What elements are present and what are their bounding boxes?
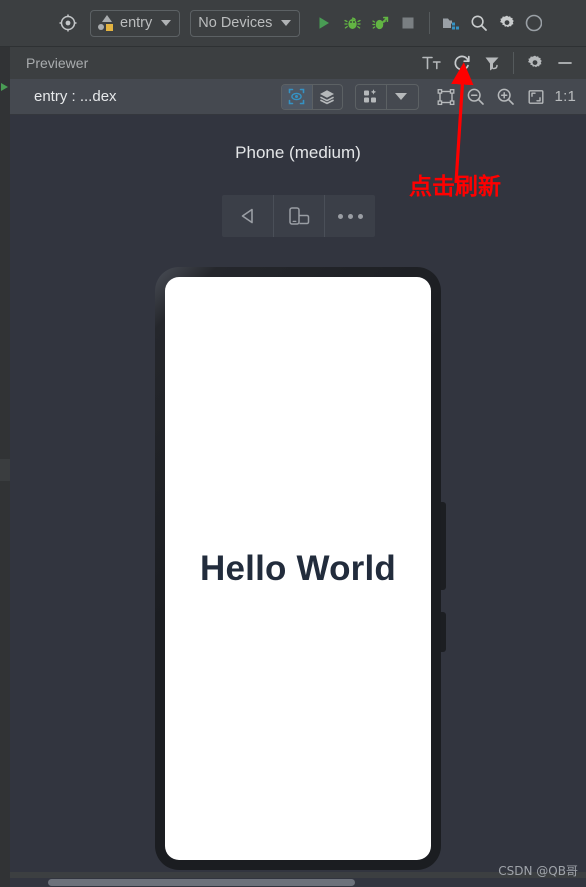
inspector-toggle[interactable]	[281, 84, 312, 109]
zoom-in-icon[interactable]	[491, 84, 521, 110]
previewer-header: Previewer	[10, 47, 586, 79]
zoom-out-icon[interactable]	[461, 84, 491, 110]
run-configuration-selector[interactable]: entry	[90, 9, 181, 37]
chevron-down-icon	[161, 20, 172, 26]
module-entry-icon	[98, 15, 114, 31]
preview-file-label: entry : ...dex	[34, 88, 117, 105]
run-gutter-marker-icon[interactable]	[1, 83, 8, 91]
ide-toolbar: entry No Devices	[0, 0, 586, 47]
annotation-text: 点击刷新	[409, 174, 501, 200]
watermark: CSDN @QB哥	[498, 864, 578, 878]
more-options-button[interactable]	[324, 195, 375, 237]
horizontal-scrollbar[interactable]	[10, 878, 586, 887]
crosshair-target-icon[interactable]	[54, 9, 82, 37]
device-side-button-secondary	[441, 612, 446, 652]
fit-screen-icon[interactable]	[521, 84, 551, 110]
device-label: Phone (medium)	[235, 143, 361, 162]
gutter-bottom-strip	[0, 872, 10, 887]
orientation-toggle-button[interactable]	[273, 195, 324, 237]
text-size-icon[interactable]	[419, 50, 445, 76]
rotate-left-button[interactable]	[222, 195, 273, 237]
device-selector-label: No Devices	[198, 14, 273, 31]
selection-frame-icon[interactable]	[431, 84, 461, 110]
account-button[interactable]	[519, 9, 547, 37]
hello-world-text: Hello World	[200, 548, 396, 588]
toolbar-divider	[429, 12, 431, 34]
zoom-ratio-label[interactable]: 1:1	[551, 88, 586, 105]
editor-gutter	[0, 47, 10, 887]
device-selector[interactable]: No Devices	[190, 9, 301, 37]
attach-debugger-button[interactable]	[366, 9, 394, 37]
preview-canvas: Phone (medium) Hello World	[10, 115, 586, 872]
gear-icon[interactable]	[493, 9, 521, 37]
device-folder-icon[interactable]	[437, 9, 465, 37]
previewer-actions-divider	[513, 52, 514, 74]
debug-button[interactable]	[338, 9, 366, 37]
run-button[interactable]	[310, 9, 338, 37]
run-configuration-label: entry	[120, 14, 153, 31]
grid-sparkle-icon[interactable]	[356, 85, 386, 109]
device-screen[interactable]: Hello World	[165, 277, 431, 860]
device-side-button	[441, 502, 446, 590]
layers-toggle[interactable]	[311, 84, 342, 109]
chevron-down-icon	[281, 20, 292, 26]
funnel-plug-icon[interactable]	[479, 50, 505, 76]
gutter-highlight	[0, 459, 10, 481]
minimize-icon[interactable]	[552, 50, 578, 76]
refresh-icon[interactable]	[449, 50, 475, 76]
search-icon[interactable]	[465, 9, 493, 37]
device-frame: Hello World	[155, 267, 446, 870]
stop-button[interactable]	[394, 9, 422, 37]
components-grid-button[interactable]	[354, 83, 419, 110]
previewer-subtoolbar: entry : ...dex 1:1	[10, 79, 586, 115]
scrollbar-thumb[interactable]	[48, 879, 355, 886]
device-tools-bar	[222, 195, 375, 237]
previewer-title: Previewer	[26, 55, 89, 71]
previewer-window: entry No Devices Previewer entry: ...de…	[0, 0, 586, 887]
view-mode-toggle-group	[280, 83, 343, 110]
chevron-down-icon[interactable]	[385, 84, 416, 109]
ellipsis-icon	[337, 213, 363, 219]
previewer-settings-gear-icon[interactable]	[522, 50, 548, 76]
previewer-header-actions	[419, 50, 586, 76]
